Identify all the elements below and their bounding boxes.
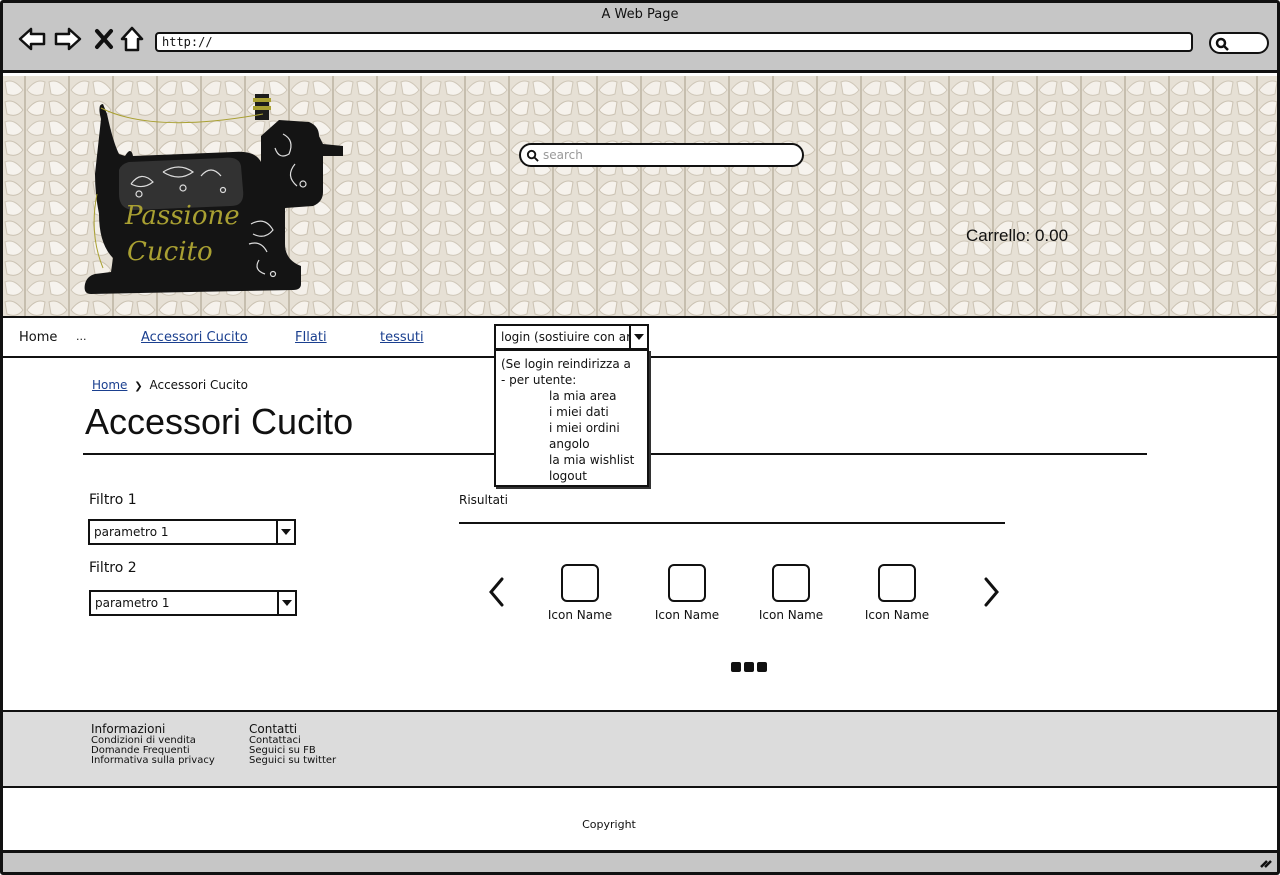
search-icon (1215, 36, 1229, 55)
dropdown-note-1: (Se login reindirizza a (501, 357, 631, 371)
result-item[interactable]: Icon Name (751, 564, 831, 628)
dropdown-item-area[interactable]: la mia area (501, 388, 642, 404)
status-bar (3, 850, 1277, 872)
dropdown-item-logout[interactable]: logout (501, 468, 642, 484)
results-divider (459, 522, 1005, 524)
window-title: A Web Page (601, 7, 679, 22)
site-search-input[interactable]: search (519, 143, 804, 167)
footer-link[interactable]: Informativa sulla privacy (91, 756, 215, 766)
filter-1-value: parametro 1 (94, 525, 169, 539)
results-label: Risultati (459, 493, 508, 507)
copyright: Copyright (582, 818, 636, 831)
filter-2-select[interactable]: parametro 1 (89, 590, 297, 616)
browser-search-field[interactable] (1209, 32, 1269, 54)
stop-icon[interactable] (89, 25, 119, 53)
filter-1-select[interactable]: parametro 1 (88, 519, 296, 545)
pager-dot[interactable] (731, 662, 741, 672)
result-item-name: Icon Name (547, 608, 613, 622)
menu-filati[interactable]: FIlati (295, 330, 327, 345)
browser-window: A Web Page http:// Passione Cucito searc… (0, 0, 1280, 875)
footer: Informazioni Condizioni di vendita Doman… (3, 710, 1277, 788)
back-icon[interactable] (17, 25, 47, 53)
placeholder-icon (668, 564, 706, 602)
logo-text-line2: Cucito (127, 237, 213, 267)
forward-icon[interactable] (53, 25, 83, 53)
logo-text-line1: Passione (124, 201, 240, 231)
dropdown-item-angolo[interactable]: angolo (501, 436, 642, 452)
chevron-down-icon (629, 326, 647, 348)
filter-1-label: Filtro 1 (89, 492, 137, 508)
hero-banner: Passione Cucito search Carrello: 0.00 (3, 76, 1277, 316)
result-item-name: Icon Name (654, 608, 720, 622)
address-bar[interactable]: http:// (155, 32, 1193, 52)
chevron-down-icon (276, 521, 294, 543)
carousel-next-icon[interactable] (979, 575, 1003, 609)
footer-info-column: Informazioni Condizioni di vendita Doman… (91, 722, 215, 766)
pager-dot[interactable] (757, 662, 767, 672)
dropdown-note-2: - per utente: (501, 373, 577, 387)
result-item[interactable]: Icon Name (857, 564, 937, 628)
resize-handle-icon[interactable] (1259, 853, 1273, 872)
carousel-prev-icon[interactable] (485, 575, 509, 609)
login-select-value: login (sostiuire con area (501, 330, 646, 344)
footer-contacts-title: Contatti (249, 722, 298, 736)
carousel-pager[interactable] (731, 662, 767, 672)
breadcrumb: Home ❯ Accessori Cucito (92, 378, 248, 392)
chevron-down-icon (277, 592, 295, 614)
menu-more[interactable]: ... (76, 330, 87, 343)
home-icon[interactable] (117, 25, 147, 53)
filter-2-value: parametro 1 (95, 596, 170, 610)
footer-link[interactable]: Seguici su twitter (249, 756, 336, 766)
dropdown-item-ordini[interactable]: i miei ordini (501, 420, 642, 436)
page-title: Accessori Cucito (85, 401, 354, 442)
dropdown-item-wishlist[interactable]: la mia wishlist (501, 452, 642, 468)
footer-contacts-column: Contatti Contattaci Seguici su FB Seguic… (249, 722, 336, 766)
result-item[interactable]: Icon Name (647, 564, 727, 628)
search-icon (526, 148, 539, 168)
placeholder-icon (878, 564, 916, 602)
filter-2-label: Filtro 2 (89, 560, 137, 576)
breadcrumb-home[interactable]: Home (92, 378, 127, 392)
browser-toolbar: A Web Page http:// (3, 3, 1277, 73)
login-select[interactable]: login (sostiuire con area (494, 324, 649, 350)
placeholder-icon (772, 564, 810, 602)
dropdown-item-dati[interactable]: i miei dati (501, 404, 642, 420)
search-placeholder: search (543, 148, 583, 162)
result-item[interactable]: Icon Name (540, 564, 620, 628)
sewing-machine-logo[interactable]: Passione Cucito (73, 94, 353, 294)
menu-accessori-cucito[interactable]: Accessori Cucito (141, 330, 248, 345)
breadcrumb-separator-icon: ❯ (134, 381, 143, 392)
pager-dot[interactable] (744, 662, 754, 672)
footer-info-title: Informazioni (91, 722, 166, 736)
cart-total[interactable]: Carrello: 0.00 (966, 226, 1068, 246)
breadcrumb-current: Accessori Cucito (149, 378, 248, 392)
placeholder-icon (561, 564, 599, 602)
result-item-name: Icon Name (864, 608, 930, 622)
result-item-name: Icon Name (758, 608, 824, 622)
login-dropdown: (Se login reindirizza a - per utente: la… (494, 349, 649, 487)
menu-home[interactable]: Home (19, 330, 57, 345)
menu-tessuti[interactable]: tessuti (380, 330, 424, 345)
